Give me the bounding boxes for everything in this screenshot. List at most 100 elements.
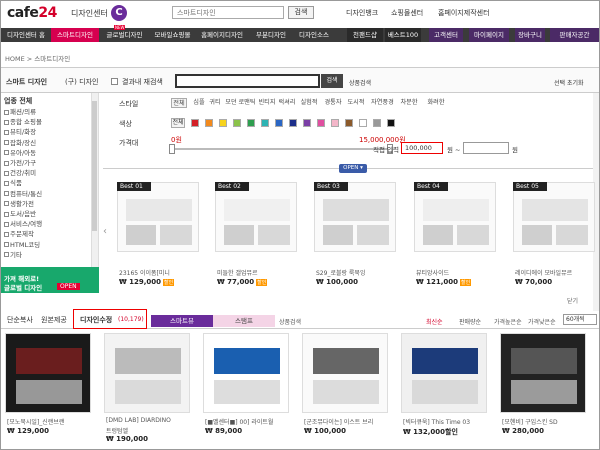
product-card[interactable]: [모노북시일]_신랜브랜 ₩ 129,000 (5, 333, 91, 449)
product-name[interactable]: [모노북시일]_신랜브랜 (7, 417, 91, 426)
best-name[interactable]: 미들한 갤업뮤르 (217, 268, 258, 277)
product-thumbnail[interactable] (500, 333, 586, 413)
category-item[interactable]: 패션/의류 (4, 106, 36, 116)
filter-search-input[interactable] (175, 74, 320, 88)
tab-smartview[interactable]: 스마트뷰 (151, 315, 213, 327)
filter-search-button[interactable]: 검색 (321, 74, 343, 88)
category-item[interactable]: 가전/가구 (4, 157, 36, 167)
product-thumbnail[interactable] (104, 333, 190, 413)
category-item[interactable]: HTML코딩 (4, 239, 40, 249)
checkbox-icon[interactable] (4, 211, 9, 217)
checkbox-icon[interactable] (4, 252, 9, 258)
checkbox-icon[interactable] (4, 170, 9, 176)
product-card[interactable]: [군조뮤다이는] 이스트 브리 ₩ 100,000 (302, 333, 388, 449)
style-option[interactable]: 차분한 (399, 98, 419, 108)
checkbox-icon[interactable] (4, 201, 9, 207)
category-item[interactable]: 기타 (4, 249, 22, 259)
checkbox-icon[interactable] (4, 160, 9, 166)
nav-customer-center[interactable]: 고객센터 (429, 28, 463, 42)
best-name[interactable]: 23165 이이폼[미니 (119, 268, 170, 277)
category-item[interactable]: 서비스/여행 (4, 218, 42, 228)
detail-search-link[interactable]: 상품검색 (349, 78, 371, 87)
checkbox-icon[interactable] (4, 231, 9, 237)
product-name[interactable]: [■벨센터■] 00] 라이트월 (205, 417, 289, 426)
color-swatch[interactable] (191, 119, 199, 127)
price-from-input[interactable]: 100,000 (401, 142, 443, 154)
best-card[interactable]: Best 05 레이디에이 모바일뮤르 ₩ 70,000 (513, 182, 595, 288)
nav-best100[interactable]: 베스트100 (385, 28, 421, 42)
best-thumbnail[interactable] (513, 182, 595, 252)
nav-design-source[interactable]: 디자인소스 (294, 28, 334, 42)
sort-price-low[interactable]: 가격낮은순 (528, 317, 556, 326)
best-thumbnail[interactable] (215, 182, 297, 252)
checkbox-icon[interactable] (4, 191, 9, 197)
best-name[interactable]: S29_로블랑 룩북잉 (316, 268, 365, 277)
category-scroll-thumb[interactable] (92, 101, 97, 231)
color-swatch[interactable] (247, 119, 255, 127)
research-checkbox[interactable] (111, 78, 118, 85)
close-best-link[interactable]: 닫기 (567, 296, 578, 305)
color-swatch[interactable] (387, 119, 395, 127)
category-item[interactable]: 도서/음반 (4, 208, 36, 218)
category-item[interactable]: 유아/아동 (4, 147, 36, 157)
category-item[interactable]: 생활가전 (4, 198, 34, 208)
product-card[interactable]: [DMD LAB] DIARDINO 트렁텀엘 ₩ 190,000 (104, 333, 190, 449)
sort-price-high[interactable]: 가격높은순 (494, 317, 522, 326)
checkbox-icon[interactable] (4, 109, 9, 115)
category-item[interactable]: 컴퓨터/통신 (4, 188, 42, 198)
color-swatch[interactable] (345, 119, 353, 127)
checkbox-icon[interactable] (4, 180, 9, 186)
tab-stamp[interactable]: 스탬프 (213, 315, 275, 327)
nav-global-design[interactable]: 글로벌디자인 (101, 28, 148, 42)
best-thumbnail[interactable] (314, 182, 396, 252)
style-option[interactable]: 전체 (171, 98, 187, 108)
price-slider-track[interactable] (171, 148, 391, 150)
color-swatch[interactable] (359, 119, 367, 127)
price-slider-min-handle[interactable] (169, 144, 175, 154)
product-card[interactable]: [모헨비] 구입스킨 SD ₩ 280,000 (500, 333, 586, 449)
nav-home[interactable]: 디자인센터 홈 (1, 28, 51, 42)
color-swatch[interactable] (289, 119, 297, 127)
color-swatch[interactable] (233, 119, 241, 127)
top-search-box[interactable] (172, 6, 284, 19)
color-swatch[interactable] (303, 119, 311, 127)
checkbox-icon[interactable] (4, 129, 9, 135)
style-option[interactable]: 럭셔리 (277, 98, 297, 108)
product-name[interactable]: [DMD LAB] DIARDINO (106, 417, 190, 424)
reset-selection[interactable]: 선택 초기화 (554, 78, 584, 87)
style-option[interactable]: 로맨틱 (237, 98, 257, 108)
category-item[interactable]: 식품 (4, 177, 22, 187)
best-card[interactable]: Best 03 S29_로블랑 룩북잉 ₩ 100,000 (314, 182, 396, 288)
color-swatch[interactable] (373, 119, 381, 127)
category-title[interactable]: 업종 전체 (4, 96, 32, 106)
style-option[interactable]: 실험적 (299, 98, 319, 108)
chevron-left-icon[interactable]: ‹ (103, 226, 107, 237)
product-search-link[interactable]: 상품검색 (279, 317, 301, 326)
style-option[interactable]: 경통자 (323, 98, 343, 108)
nav-homepage-design[interactable]: 홈페이지디자인 (197, 28, 247, 42)
checkbox-icon[interactable] (4, 119, 9, 125)
color-swatch[interactable] (261, 119, 269, 127)
product-name[interactable]: [군조뮤다이는] 이스트 브리 (304, 417, 388, 426)
link-design-bank[interactable]: 디자인뱅크 (346, 8, 378, 18)
sort-latest[interactable]: 최신순 (426, 317, 443, 326)
product-card[interactable]: [■벨센터■] 00] 라이트월 ₩ 89,000 (203, 333, 289, 449)
best-card[interactable]: Best 02 미들한 갤업뮤르 ₩ 77,000 할인 (215, 182, 297, 288)
best-name[interactable]: 뷰티앙사이드 (416, 268, 449, 277)
nav-smart-design[interactable]: 스마트디자인 (51, 28, 99, 42)
nav-mobile-mall[interactable]: 모바일쇼핑몰 (150, 28, 195, 42)
color-swatch[interactable] (317, 119, 325, 127)
style-option[interactable]: 화려한 (426, 98, 446, 108)
per-page-select[interactable]: 60개씩 (563, 314, 597, 325)
color-all-button[interactable]: 전체 (171, 118, 185, 128)
nav-seller-space[interactable]: 판매자공간 (550, 28, 599, 42)
category-item[interactable]: 잡화/장신 (4, 137, 36, 147)
link-mall-center[interactable]: 쇼핑몰센터 (391, 8, 423, 18)
tab-old-design[interactable]: (구) 디자인 (65, 77, 98, 87)
nav-brand-shop[interactable]: 천팬드샵 (347, 28, 383, 42)
best-name[interactable]: 레이디에이 모바일뮤르 (515, 268, 572, 277)
sort-sales[interactable]: 판매량순 (459, 317, 481, 326)
color-swatch[interactable] (219, 119, 227, 127)
product-thumbnail[interactable] (5, 333, 91, 413)
top-search-input[interactable] (173, 7, 283, 18)
